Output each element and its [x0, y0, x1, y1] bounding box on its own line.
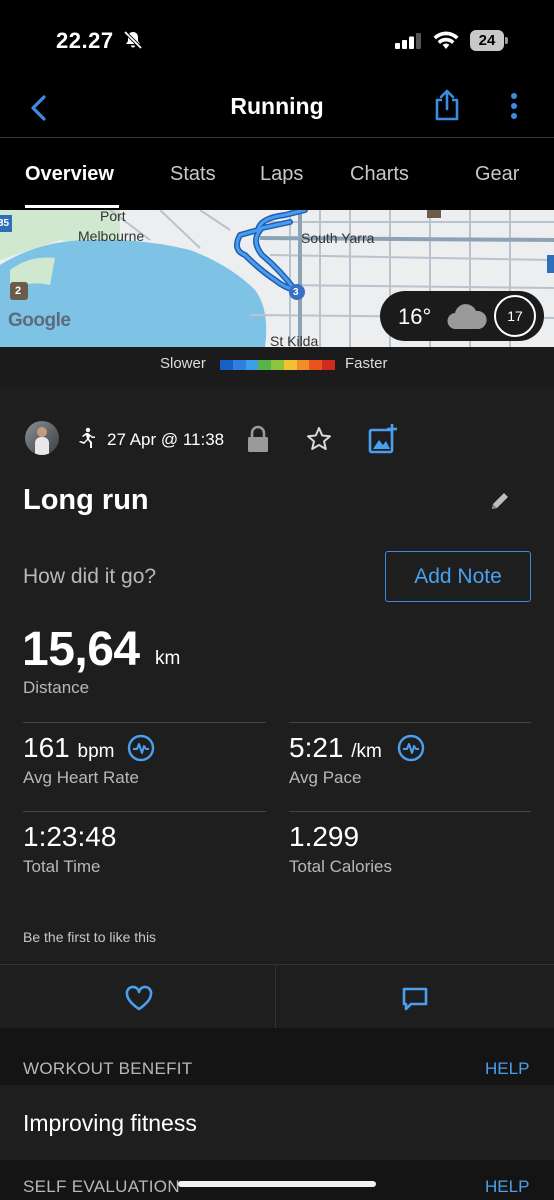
distance-value: 15,64: [22, 623, 140, 676]
legend-color-swatch: [296, 360, 310, 370]
like-button[interactable]: [0, 965, 276, 1029]
home-indicator[interactable]: [178, 1181, 376, 1187]
likes-text: Be the first to like this: [23, 929, 157, 945]
map-label-south-yarra: South Yarra: [301, 230, 375, 246]
back-icon[interactable]: [24, 92, 56, 124]
tab-overview[interactable]: Overview: [25, 163, 114, 186]
social-actions: [0, 964, 554, 1029]
legend-color-swatch: [283, 360, 297, 370]
avatar-body: [35, 437, 49, 455]
weather-temperature: 16°: [398, 304, 432, 329]
weather-chip[interactable]: 16° 17: [380, 291, 544, 341]
page-title: Running: [230, 93, 324, 119]
tab-laps[interactable]: Laps: [260, 163, 303, 186]
stat-number: 5:21: [289, 732, 344, 763]
how-did-it-go-prompt: How did it go?: [23, 565, 157, 588]
workout-benefit-title: WORKOUT BENEFIT: [23, 1059, 193, 1078]
distance-unit: km: [155, 648, 181, 669]
running-icon: [74, 427, 96, 454]
battery-tip: [505, 37, 508, 44]
stat-number: 161: [23, 732, 70, 763]
legend-color-swatch: [271, 360, 284, 370]
legend-color-swatch: [309, 360, 323, 370]
avg-heart-rate-label: Avg Heart Rate: [23, 768, 139, 787]
status-bar: 22.27 24: [0, 0, 554, 80]
lock-icon[interactable]: [246, 425, 270, 458]
total-calories-label: Total Calories: [289, 857, 392, 876]
heart-rate-pulse-icon[interactable]: [127, 734, 155, 767]
avatar-head: [37, 427, 47, 437]
workout-benefit-row[interactable]: Improving fitness: [0, 1085, 554, 1160]
route-map[interactable]: Port Melbourne South Yarra St Kilda 35 2…: [0, 210, 554, 347]
map-label-st-kilda: St Kilda: [270, 333, 319, 347]
wifi-icon: [433, 31, 459, 56]
workout-benefit-value: Improving fitness: [23, 1110, 197, 1136]
heart-icon: [125, 985, 153, 1011]
avg-heart-rate-value: 161 bpm: [23, 732, 114, 764]
comment-icon: [402, 987, 428, 1011]
total-calories-value: 1.299: [289, 821, 360, 852]
pace-pulse-icon[interactable]: [397, 734, 425, 767]
map-label-route-35: 35: [0, 218, 10, 229]
tab-stats[interactable]: Stats: [170, 163, 216, 186]
legend-color-swatch: [245, 360, 259, 370]
legend-color-swatch: [258, 360, 272, 370]
tab-underline: [25, 205, 119, 208]
avg-pace-label: Avg Pace: [289, 768, 362, 787]
legend-color-swatch: [220, 360, 233, 370]
self-evaluation-header: SELF EVALUATION HELP: [0, 1160, 554, 1200]
pace-legend: Slower Faster: [0, 347, 554, 387]
add-photo-icon[interactable]: [367, 423, 399, 460]
legend-color-swatch: [232, 360, 246, 370]
tab-bar: Overview Stats Laps Charts Gear: [0, 139, 554, 210]
map-label-port-melbourne: Port: [100, 210, 126, 224]
stat-unit: /km: [351, 741, 382, 762]
self-evaluation-help-link[interactable]: HELP: [485, 1177, 529, 1197]
map-label-route-2: 2: [15, 285, 22, 297]
comment-button[interactable]: [277, 965, 554, 1029]
avg-pace-value: 5:21 /km: [289, 732, 382, 764]
legend-color-swatch: [322, 360, 336, 370]
stat-unit: bpm: [77, 741, 115, 762]
cloud-icon: [446, 303, 488, 336]
total-time-label: Total Time: [23, 857, 101, 876]
legend-faster: Faster: [345, 355, 388, 372]
add-note-button[interactable]: Add Note: [385, 551, 531, 602]
battery-indicator: 24: [470, 30, 504, 51]
star-icon[interactable]: [305, 425, 333, 458]
distance-label: Distance: [23, 678, 90, 697]
self-evaluation-title: SELF EVALUATION: [23, 1177, 180, 1196]
divider: [289, 722, 531, 723]
more-icon[interactable]: [506, 92, 522, 127]
workout-benefit-header: WORKOUT BENEFIT HELP: [0, 1028, 554, 1085]
workout-benefit-help-link[interactable]: HELP: [485, 1059, 529, 1079]
status-time: 22.27: [56, 28, 114, 53]
google-logo: Google: [8, 310, 71, 331]
activity-card: 27 Apr @ 11:38 Long run How did it go? A…: [0, 387, 554, 964]
nav-bar: Running: [0, 80, 554, 138]
tab-charts[interactable]: Charts: [350, 163, 409, 186]
legend-gradient: [220, 360, 336, 370]
legend-slower: Slower: [160, 355, 206, 372]
divider: [289, 811, 531, 812]
share-icon[interactable]: [432, 88, 462, 127]
signal-icon: [395, 33, 423, 54]
edit-icon[interactable]: [489, 490, 511, 517]
divider: [23, 722, 266, 723]
activity-date: 27 Apr @ 11:38: [107, 430, 225, 449]
map-label-melbourne: Melbourne: [78, 228, 145, 244]
bell-off-icon: [123, 30, 143, 55]
avatar[interactable]: [25, 421, 59, 455]
wind-indicator: 17: [494, 295, 536, 337]
activity-title: Long run: [23, 484, 149, 516]
map-label-route-3: 3: [293, 287, 299, 298]
tab-gear[interactable]: Gear: [475, 163, 519, 186]
total-time-value: 1:23:48: [23, 821, 117, 852]
divider: [23, 811, 266, 812]
